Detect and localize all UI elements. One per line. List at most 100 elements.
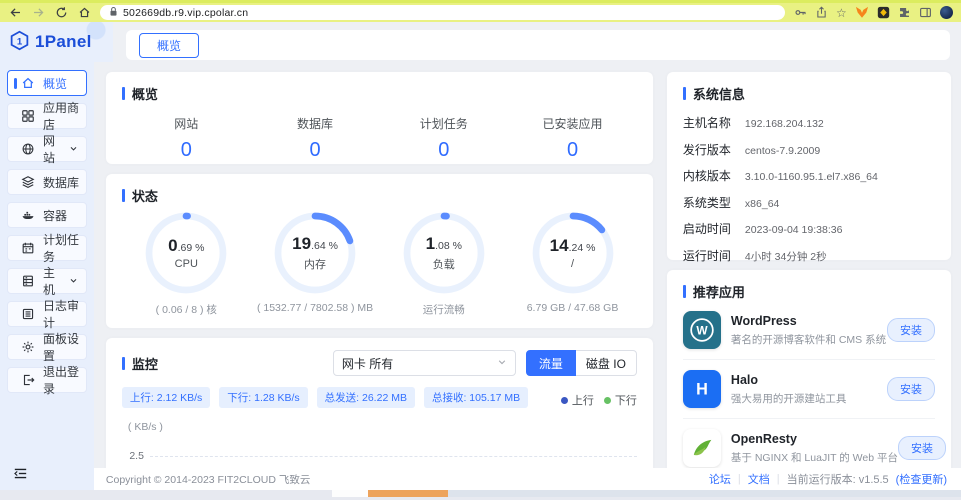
stat-value[interactable]: 0 xyxy=(122,139,251,162)
axis-tick: 2.5 xyxy=(122,450,144,462)
sidebar-item-website[interactable]: 网站 xyxy=(7,136,87,162)
sidebar-item-label: 计划任务 xyxy=(43,231,86,265)
app-description: 基于 NGINX 和 LuaJIT 的 Web 平台 xyxy=(731,450,898,465)
taskbar-segment xyxy=(448,490,961,497)
stat-value[interactable]: 0 xyxy=(251,139,380,162)
sidebar-item-settings[interactable]: 面板设置 xyxy=(7,334,87,360)
legend-upstream[interactable]: 上行 xyxy=(561,392,594,408)
sidebar-item-database[interactable]: 数据库 xyxy=(7,169,87,195)
sidebar-item-label: 概览 xyxy=(43,75,67,92)
app-description: 著名的开源博客软件和 CMS 系统 xyxy=(731,332,886,347)
stat-label: 数据库 xyxy=(251,115,380,132)
sysinfo-row-uptime: 运行时间 4小时 34分钟 2秒 xyxy=(683,247,935,264)
footer-divider: | xyxy=(777,473,780,485)
gear-icon xyxy=(21,340,35,354)
sidebar-item-overview[interactable]: 概览 xyxy=(7,70,87,96)
sysinfo-label: 内核版本 xyxy=(683,167,745,184)
url-text: 502669db.r9.vip.cpolar.cn xyxy=(123,7,248,19)
footer-divider: | xyxy=(738,473,741,485)
gauge-cpu: 0.69 % CPU ( 0.06 / 8 ) 核 xyxy=(122,211,251,317)
sysinfo-value: 2023-09-04 19:38:36 xyxy=(745,224,843,236)
install-wordpress-button[interactable]: 安装 xyxy=(887,318,935,342)
stat-value[interactable]: 0 xyxy=(379,139,508,162)
gauge-label: CPU xyxy=(175,258,198,270)
docs-link[interactable]: 文档 xyxy=(748,471,770,487)
status-card: 状态 0.69 % CPU xyxy=(106,174,653,328)
address-bar[interactable]: 502669db.r9.vip.cpolar.cn xyxy=(100,5,785,20)
legend-up-dot xyxy=(561,397,568,404)
sidebar-item-host[interactable]: 主机 xyxy=(7,268,87,294)
traffic-button[interactable]: 流量 xyxy=(526,350,576,376)
sidebar-item-appstore[interactable]: 应用商店 xyxy=(7,103,87,129)
sidebar-item-label: 日志审计 xyxy=(43,297,86,331)
app-topbar: 1 1Panel 概览 xyxy=(0,22,961,62)
stat-installed-apps: 已安装应用 0 xyxy=(508,115,637,162)
install-halo-button[interactable]: 安装 xyxy=(887,377,935,401)
gauge-label: / xyxy=(571,258,574,270)
app-name: OpenResty xyxy=(731,432,898,446)
gauge-label: 内存 xyxy=(304,256,326,272)
app-name: Halo xyxy=(731,373,847,387)
back-button[interactable] xyxy=(8,6,22,20)
openresty-icon xyxy=(683,429,721,467)
halo-icon: H xyxy=(683,370,721,408)
tab-overview[interactable]: 概览 xyxy=(139,33,199,58)
sidebar-item-container[interactable]: 容器 xyxy=(7,202,87,228)
tag-downstream: 下行: 1.28 KB/s xyxy=(219,387,307,408)
sidebar-item-cronjobs[interactable]: 计划任务 xyxy=(7,235,87,261)
app-name: WordPress xyxy=(731,314,886,328)
chevron-down-icon xyxy=(69,274,78,288)
stat-databases: 数据库 0 xyxy=(251,115,380,162)
brand-logo: 1 1Panel xyxy=(0,22,113,62)
website-globe-icon xyxy=(21,142,35,156)
sysinfo-label: 发行版本 xyxy=(683,141,745,158)
app-row-openresty: OpenResty 基于 NGINX 和 LuaJIT 的 Web 平台 安装 xyxy=(683,419,935,468)
wallet-extension-icon[interactable] xyxy=(877,6,890,19)
password-key-icon[interactable] xyxy=(794,6,807,19)
chevron-down-icon xyxy=(497,356,507,370)
install-openresty-button[interactable]: 安装 xyxy=(898,436,946,460)
metamask-extension-icon[interactable] xyxy=(855,6,869,19)
recommended-apps-title: 推荐应用 xyxy=(683,282,935,301)
brand-name: 1Panel xyxy=(35,32,92,52)
system-info-title: 系统信息 xyxy=(683,84,935,103)
nic-select-value: 网卡 所有 xyxy=(342,355,393,372)
home-button[interactable] xyxy=(77,6,91,20)
sysinfo-value: 192.168.204.132 xyxy=(745,118,824,130)
forum-link[interactable]: 论坛 xyxy=(709,471,731,487)
gauge-label: 负载 xyxy=(433,256,455,272)
gauge-value: 14 xyxy=(550,236,569,255)
gauge-value-dec: .08 % xyxy=(435,240,462,252)
recommended-apps-card: 推荐应用 W WordPress 著名的开源博客软件和 CMS 系统 安装 xyxy=(667,270,951,468)
extensions-puzzle-icon[interactable] xyxy=(898,6,911,19)
svg-text:1: 1 xyxy=(17,36,23,47)
gauge-value-dec: .69 % xyxy=(178,242,205,254)
sysinfo-row-arch: 系统类型 x86_64 xyxy=(683,194,935,211)
sidebar-item-logs[interactable]: 日志审计 xyxy=(7,301,87,327)
legend-label: 上行 xyxy=(572,392,594,408)
logout-icon xyxy=(21,373,35,387)
side-panel-icon[interactable] xyxy=(919,6,932,19)
stat-value[interactable]: 0 xyxy=(508,139,637,162)
reload-button[interactable] xyxy=(54,6,68,20)
monitor-card: 监控 网卡 所有 流量 磁盘 IO xyxy=(106,338,653,468)
monitor-title: 监控 xyxy=(122,354,158,373)
check-update-link[interactable]: (检查更新) xyxy=(896,471,947,487)
gauge-load: 1.08 % 负载 运行流畅 xyxy=(379,211,508,317)
legend-downstream[interactable]: 下行 xyxy=(604,392,637,408)
sidebar-item-logout[interactable]: 退出登录 xyxy=(7,367,87,393)
tag-total-sent: 总发送: 26.22 MB xyxy=(317,387,415,408)
disk-io-button[interactable]: 磁盘 IO xyxy=(576,350,637,376)
share-icon[interactable] xyxy=(815,6,828,19)
svg-text:W: W xyxy=(696,324,708,338)
taskbar-edge xyxy=(0,490,961,500)
browser-profile-avatar[interactable] xyxy=(940,6,953,19)
collapse-sidebar-button[interactable] xyxy=(13,467,28,483)
bookmark-star-icon[interactable]: ☆ xyxy=(836,7,847,19)
nic-select[interactable]: 网卡 所有 xyxy=(333,350,516,376)
gridline-2_5: 2.5 xyxy=(122,450,637,462)
stat-label: 网站 xyxy=(122,115,251,132)
app-row-wordpress: W WordPress 著名的开源博客软件和 CMS 系统 安装 xyxy=(683,301,935,360)
forward-button[interactable] xyxy=(31,6,45,20)
app-row-halo: H Halo 强大易用的开源建站工具 安装 xyxy=(683,360,935,419)
